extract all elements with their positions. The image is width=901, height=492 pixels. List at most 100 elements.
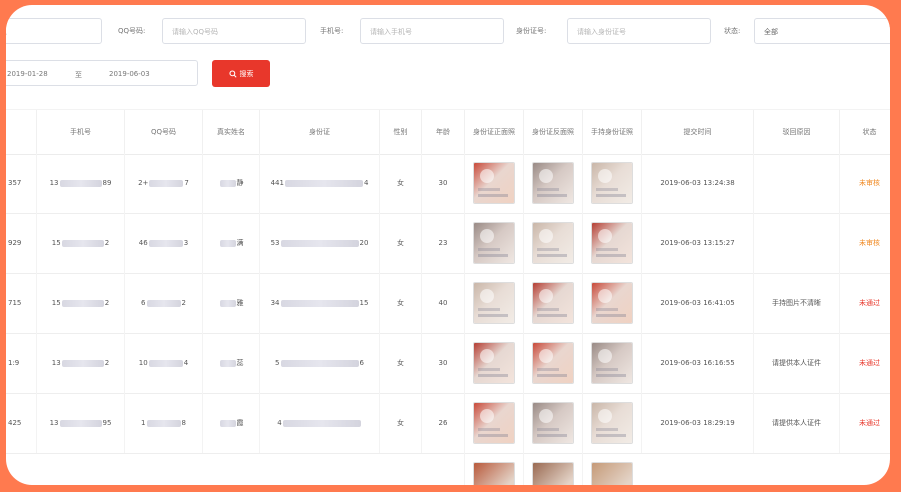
row-id: 715 [8,299,22,307]
qq-suffix: 2 [181,299,186,307]
status-badge[interactable]: 未审核 [859,178,880,188]
id-front-thumbnail[interactable] [474,403,514,443]
search-icon [228,69,237,78]
reject-reason: 请提供本人证件 [772,419,821,427]
partial-filter-input[interactable]: 请输入 [6,18,102,44]
id-handheld-thumbnail[interactable] [592,223,632,263]
status-badge[interactable]: 未审核 [859,238,880,248]
status-select[interactable]: 全部 [754,18,890,44]
partial-thumbnail[interactable] [592,463,632,485]
row-id: 425 [8,419,22,427]
header-submit-time: 提交时间 [641,110,753,154]
phone-suffix: 89 [102,179,112,187]
screenshot-frame: 请输入 QQ号码: 请输入QQ号码 手机号: 请输入手机号 身份证号: 请输入身… [6,5,890,485]
qq-cell: 46 3 [124,213,202,273]
phone-suffix: 2 [104,359,110,367]
phone-input[interactable]: 请输入手机号 [360,18,504,44]
idcard-input[interactable]: 请输入身份证号 [567,18,711,44]
phone-redacted [61,359,104,367]
table-row: 929 15 2 46 3 满 53 20 女 23 2019-06-03 13… [6,213,890,274]
header-name: 真实姓名 [202,110,259,154]
id-handheld-thumbnail[interactable] [592,163,632,203]
idcard-prefix: 53 [270,239,280,247]
id-front-cell [464,333,523,393]
id-back-thumbnail[interactable] [533,163,573,203]
idcard-suffix: 20 [359,239,369,247]
id-back-thumbnail[interactable] [533,223,573,263]
filter-bar: 请输入 QQ号码: 请输入QQ号码 手机号: 请输入手机号 身份证号: 请输入身… [6,17,890,47]
header-phone: 手机号 [36,110,124,154]
header-age: 年龄 [421,110,464,154]
id-front-thumbnail[interactable] [474,343,514,383]
name-suffix: 静 [236,179,244,187]
header-id-handheld: 手持身份证照 [582,110,641,154]
date-range-picker[interactable]: 2019-01-28 至 2019-06-03 [6,60,198,86]
idcard-cell: 53 20 [259,213,379,273]
gender: 女 [397,359,404,367]
idcard-prefix: 5 [275,359,280,367]
idcard-redacted [280,239,359,247]
row-id-cell: 929 [6,213,36,273]
submit-time: 2019-06-03 13:24:38 [660,179,735,187]
submit-time-cell: 2019-06-03 16:41:05 [641,273,753,333]
status-badge[interactable]: 未通过 [859,298,880,308]
id-handheld-thumbnail[interactable] [592,283,632,323]
gender: 女 [397,179,404,187]
idcard-prefix: 441 [270,179,284,187]
id-front-thumbnail[interactable] [474,283,514,323]
age: 30 [438,179,448,187]
phone-prefix: 15 [51,239,61,247]
id-handheld-cell [582,393,641,453]
id-handheld-cell [582,273,641,333]
table-row: 715 15 2 62 雅 34 15 女 40 2019-06-03 16:4… [6,273,890,334]
row-id-cell: 425 [6,393,36,453]
qq-suffix: 8 [181,419,186,427]
idcard-prefix: 4 [277,419,282,427]
id-handheld-thumbnail[interactable] [592,343,632,383]
gender-cell: 女 [379,333,421,393]
idcard-label: 身份证号: [516,27,547,35]
name-cell: 雅 [202,273,259,333]
qq-input[interactable]: 请输入QQ号码 [162,18,306,44]
table-row: 1:9 13 2 10 4 蕊 56 女 30 2019-06-03 16:16… [6,333,890,394]
phone-cell: 13 89 [36,153,124,213]
id-back-thumbnail[interactable] [533,343,573,383]
qq-prefix: 46 [138,239,148,247]
partial-photo-cell [582,453,641,485]
status-badge[interactable]: 未通过 [859,418,880,428]
partial-thumbnail[interactable] [533,463,573,485]
name-cell: 蕊 [202,333,259,393]
submit-time: 2019-06-03 16:41:05 [660,299,735,307]
qq-suffix: 4 [183,359,189,367]
phone-redacted [59,419,102,427]
name-cell: 满 [202,213,259,273]
name-redacted [219,239,236,247]
name-cell: 霞 [202,393,259,453]
id-front-cell [464,213,523,273]
qq-cell: 10 4 [124,333,202,393]
search-button[interactable]: 搜索 [212,60,270,87]
idcard-cell: 34 15 [259,273,379,333]
id-back-thumbnail[interactable] [533,283,573,323]
idcard-prefix: 34 [270,299,280,307]
qq-suffix: 7 [184,179,189,187]
partial-thumbnail[interactable] [474,463,514,485]
status-badge[interactable]: 未通过 [859,358,880,368]
name-redacted [219,419,236,427]
phone-prefix: 13 [49,179,59,187]
age: 40 [438,299,448,307]
id-front-thumbnail[interactable] [474,223,514,263]
idcard-cell: 4 [259,393,379,453]
id-back-thumbnail[interactable] [533,403,573,443]
id-front-thumbnail[interactable] [474,163,514,203]
name-suffix: 蕊 [236,359,244,367]
reject-reason-cell: 手持图片不清晰 [753,273,839,333]
row-id: 1:9 [8,359,20,367]
row-id-cell: 357 [6,153,36,213]
date-separator: 至 [75,71,82,79]
id-handheld-thumbnail[interactable] [592,403,632,443]
partial-photo-cell [464,453,523,485]
reject-reason-cell: 请提供本人证件 [753,393,839,453]
reject-reason-cell [753,153,839,213]
age: 23 [438,239,448,247]
